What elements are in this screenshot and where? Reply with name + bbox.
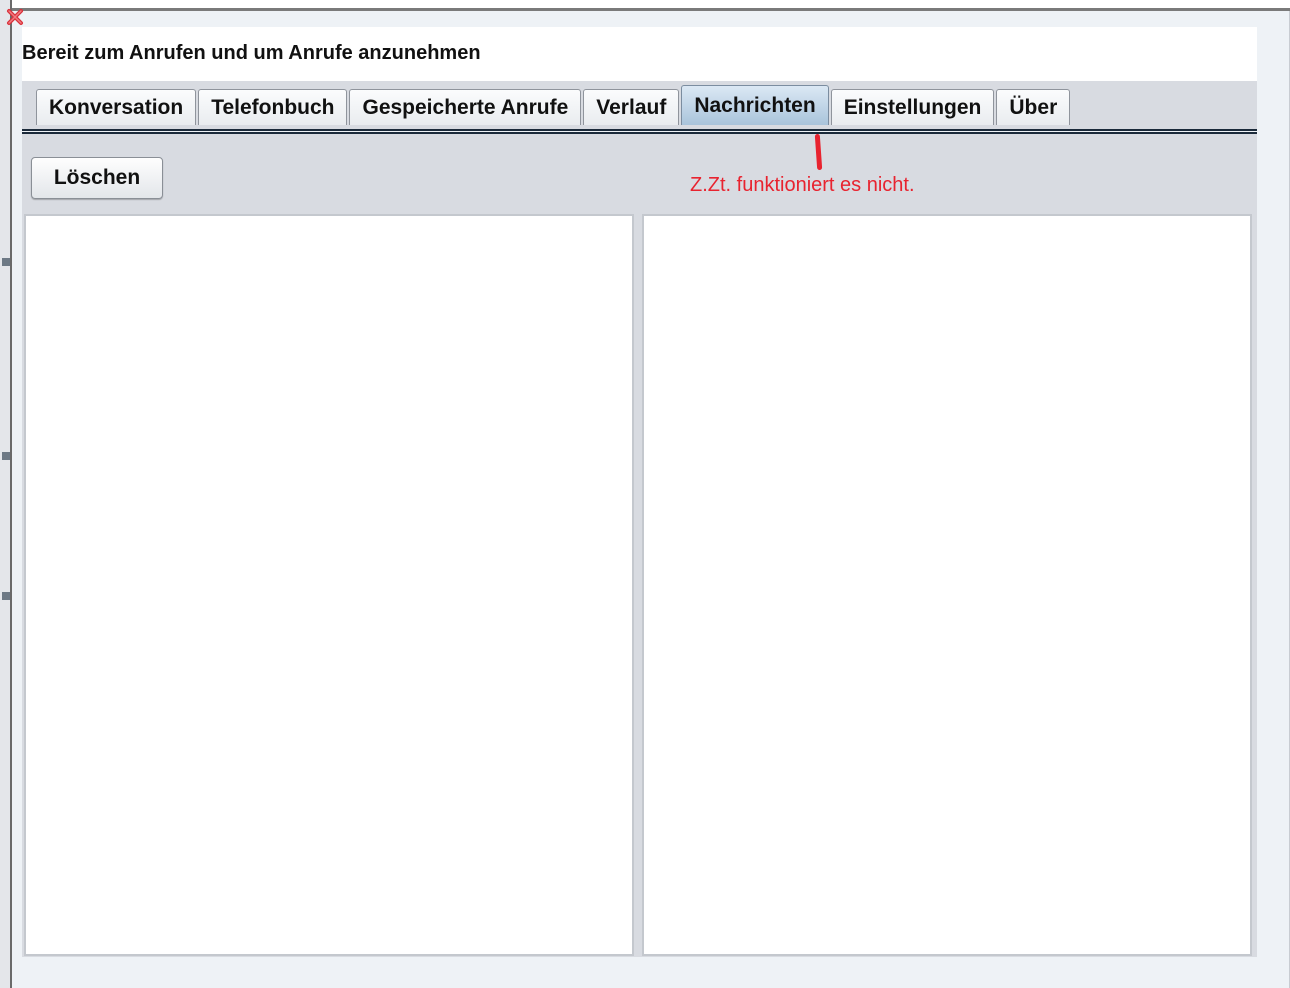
tab-konversation[interactable]: Konversation: [36, 89, 197, 125]
messages-panel: Konversation Telefonbuch Gespeicherte An…: [22, 81, 1257, 957]
annotation-marker: [814, 133, 823, 171]
close-icon[interactable]: [6, 8, 24, 26]
tab-einstellungen[interactable]: Einstellungen: [830, 89, 995, 125]
tab-bar: Konversation Telefonbuch Gespeicherte An…: [36, 85, 1072, 125]
tab-telefonbuch[interactable]: Telefonbuch: [198, 89, 348, 125]
background-fragment: [2, 452, 10, 460]
background-fragment: [2, 592, 10, 600]
message-list-pane[interactable]: [24, 214, 634, 956]
tab-ueber[interactable]: Über: [996, 89, 1071, 125]
tab-gespeicherte-anrufe[interactable]: Gespeicherte Anrufe: [349, 89, 582, 125]
background-window-edge: [0, 0, 12, 988]
delete-button[interactable]: Löschen: [31, 157, 163, 199]
status-bar: Bereit zum Anrufen und um Anrufe anzuneh…: [22, 27, 1257, 81]
annotation-text: Z.Zt. funktioniert es nicht.: [690, 174, 915, 196]
tab-verlauf[interactable]: Verlauf: [583, 89, 680, 125]
status-text: Bereit zum Anrufen und um Anrufe anzuneh…: [22, 42, 481, 64]
background-fragment: [2, 258, 10, 266]
tab-nachrichten[interactable]: Nachrichten: [681, 85, 829, 125]
tab-divider: [22, 129, 1257, 134]
message-detail-pane[interactable]: [642, 214, 1252, 956]
